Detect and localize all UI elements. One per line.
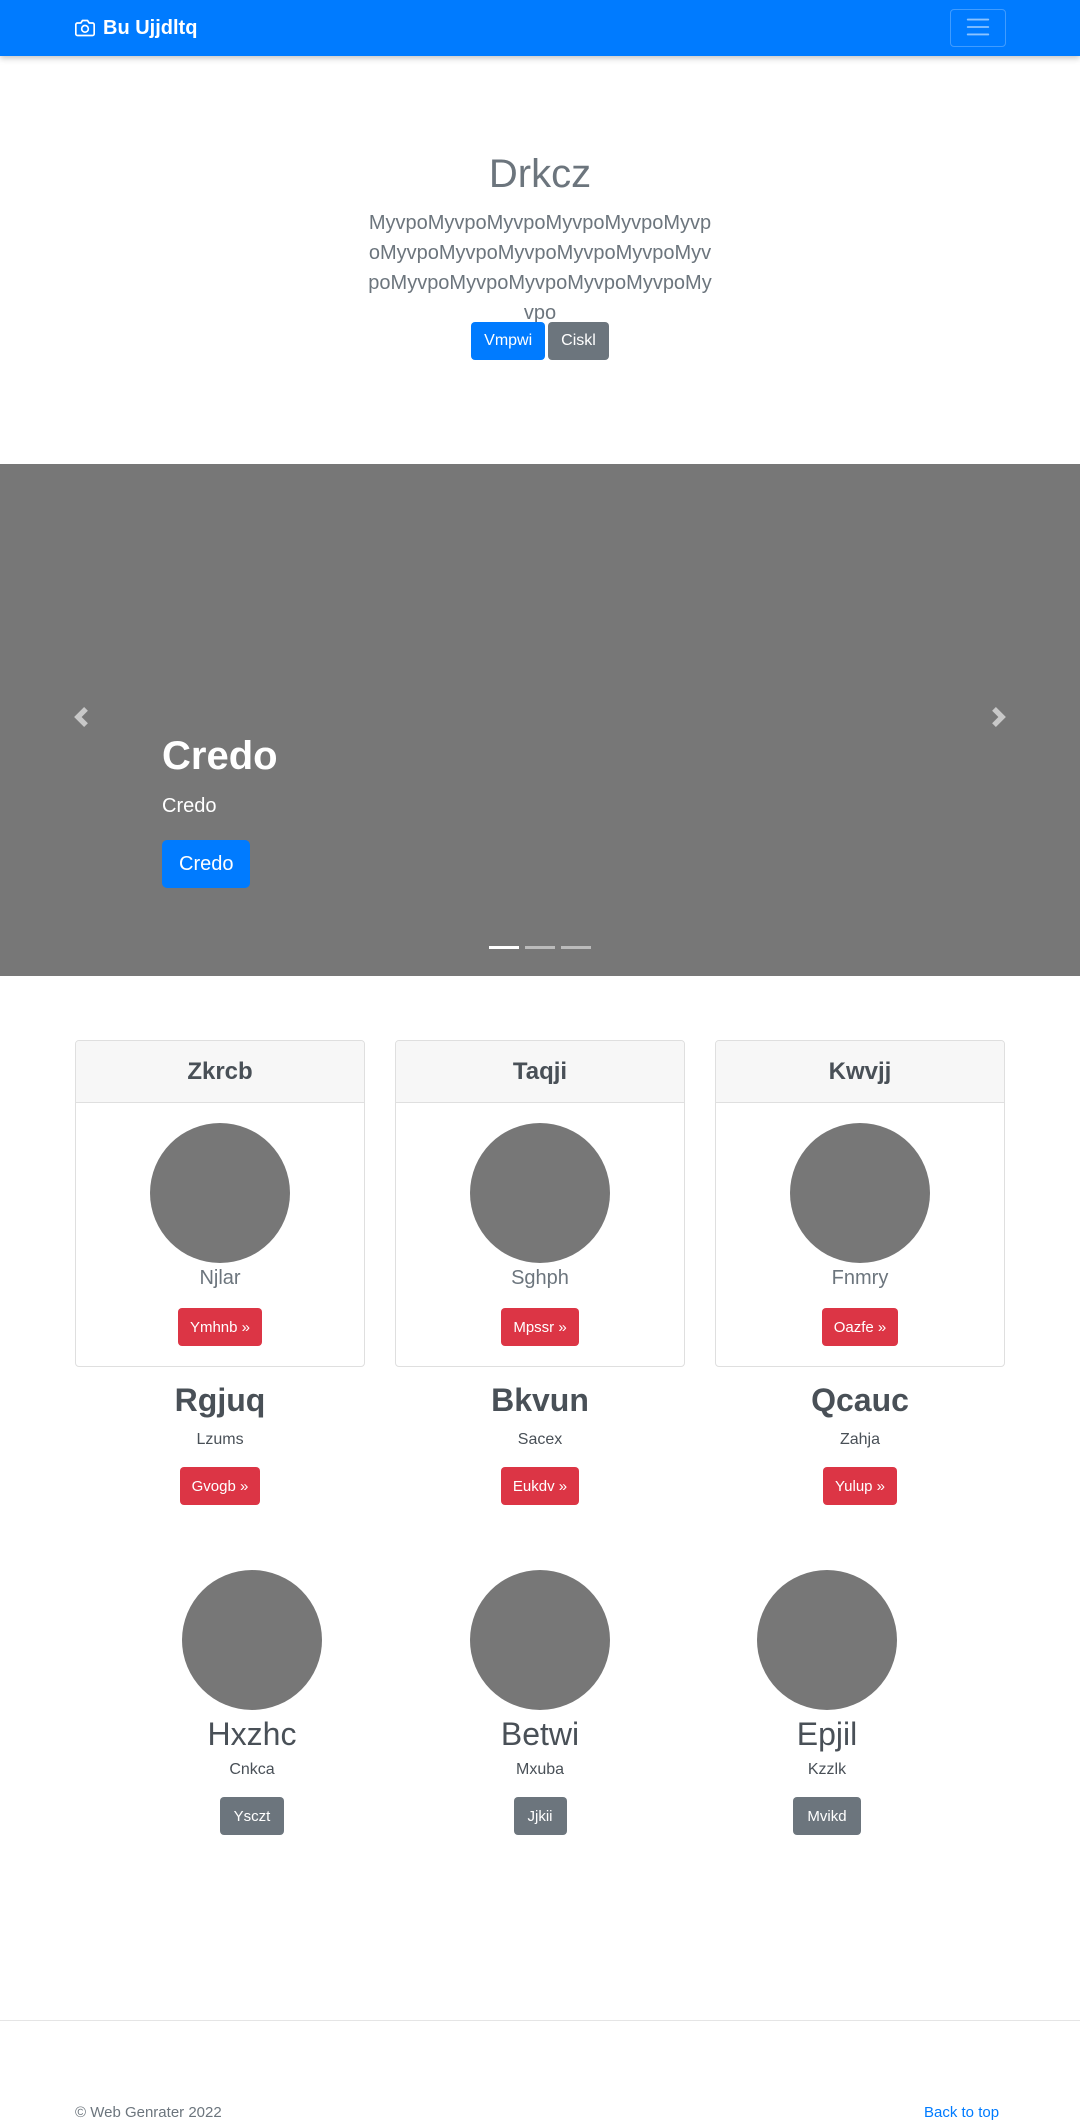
placeholder-image bbox=[150, 1123, 290, 1263]
card-body: Njlar Ymhnb » bbox=[76, 1123, 364, 1346]
hero-section: Drkcz MyvpoMyvpoMyvpoMyvpoMyvpoMyvpoMyvp… bbox=[0, 56, 1080, 464]
feature-button[interactable]: Yulup » bbox=[822, 1467, 898, 1505]
marketing-title: Epjil bbox=[796, 1716, 858, 1752]
card-subtitle: Fnmry bbox=[831, 1267, 889, 1289]
hero-primary-button[interactable]: Vmpwi bbox=[471, 322, 546, 360]
card-header: Taqji bbox=[396, 1041, 684, 1103]
footer-copyright: © Web Genrater 2022 bbox=[75, 2104, 222, 2121]
feature-title: Qcauc bbox=[811, 1382, 909, 1418]
camera-icon bbox=[75, 18, 95, 38]
feature-title: Bkvun bbox=[491, 1382, 589, 1418]
marketing-button[interactable]: Mvikd bbox=[793, 1797, 861, 1835]
placeholder-image bbox=[790, 1123, 930, 1263]
brand-link[interactable]: Bu Ujjdltq bbox=[75, 14, 197, 42]
feature-text: Sacex bbox=[517, 1431, 563, 1448]
placeholder-image bbox=[757, 1570, 897, 1710]
card-header: Kwvjj bbox=[716, 1041, 1004, 1103]
carousel: Credo Credo Credo bbox=[0, 464, 1080, 976]
feature-text: Lzums bbox=[196, 1431, 244, 1448]
back-to-top-link[interactable]: Back to top bbox=[924, 2104, 999, 2121]
marketing-title: Betwi bbox=[500, 1716, 580, 1752]
card: Kwvjj Fnmry Oazfe » bbox=[715, 1040, 1005, 1367]
marketing-column: Epjil Kzzlk Mvikd bbox=[682, 1570, 972, 1835]
carousel-button[interactable]: Credo bbox=[162, 840, 251, 888]
hero-title: Drkcz bbox=[488, 152, 592, 196]
hamburger-icon bbox=[964, 13, 992, 44]
hero-secondary-button[interactable]: Ciskl bbox=[548, 322, 609, 360]
carousel-indicator-2[interactable] bbox=[525, 946, 555, 949]
feature-column: Rgjuq Lzums Gvogb » bbox=[75, 1382, 365, 1505]
feature-column: Bkvun Sacex Eukdv » bbox=[395, 1382, 685, 1505]
placeholder-image bbox=[470, 1123, 610, 1263]
marketing-column: Hxzhc Cnkca Ysczt bbox=[107, 1570, 397, 1835]
marketing-title: Hxzhc bbox=[207, 1716, 297, 1752]
marketing-column: Betwi Mxuba Jjkii bbox=[395, 1570, 685, 1835]
navbar: Bu Ujjdltq bbox=[0, 0, 1080, 56]
carousel-indicator-1[interactable] bbox=[489, 946, 519, 949]
marketing-button[interactable]: Ysczt bbox=[219, 1797, 285, 1835]
brand-name: Bu Ujjdltq bbox=[103, 16, 198, 39]
carousel-next-button[interactable] bbox=[984, 704, 1014, 734]
marketing-text: Kzzlk bbox=[807, 1761, 847, 1778]
card: Taqji Sghph Mpssr » bbox=[395, 1040, 685, 1367]
marketing-text: Mxuba bbox=[515, 1761, 565, 1778]
card: Zkrcb Njlar Ymhnb » bbox=[75, 1040, 365, 1367]
placeholder-image bbox=[182, 1570, 322, 1710]
marketing-text: Cnkca bbox=[229, 1761, 275, 1778]
feature-button[interactable]: Gvogb » bbox=[179, 1467, 261, 1505]
carousel-prev-button[interactable] bbox=[66, 704, 96, 734]
carousel-indicators bbox=[0, 946, 1080, 949]
chevron-right-icon bbox=[989, 706, 1009, 732]
carousel-heading: Credo bbox=[162, 734, 278, 778]
carousel-text: Credo bbox=[162, 795, 217, 817]
card-button[interactable]: Oazfe » bbox=[821, 1308, 899, 1346]
carousel-indicator-3[interactable] bbox=[561, 946, 591, 949]
feature-text: Zahja bbox=[839, 1431, 881, 1448]
card-button[interactable]: Mpssr » bbox=[501, 1308, 579, 1346]
hero-lead: MyvpoMyvpoMyvpoMyvpoMyvpoMyvpoMyvpoMyvpo… bbox=[368, 212, 712, 324]
card-subtitle: Njlar bbox=[199, 1267, 241, 1289]
card-button[interactable]: Ymhnb » bbox=[177, 1308, 263, 1346]
card-body: Sghph Mpssr » bbox=[396, 1123, 684, 1346]
carousel-caption: Credo Credo Credo bbox=[162, 734, 278, 888]
footer-divider bbox=[0, 2020, 1080, 2021]
feature-title: Rgjuq bbox=[174, 1382, 266, 1418]
placeholder-image bbox=[470, 1570, 610, 1710]
feature-column: Qcauc Zahja Yulup » bbox=[715, 1382, 1005, 1505]
card-body: Fnmry Oazfe » bbox=[716, 1123, 1004, 1346]
card-subtitle: Sghph bbox=[511, 1267, 569, 1289]
hero-buttons: Vmpwi Ciskl bbox=[0, 322, 1080, 360]
navbar-toggler-button[interactable] bbox=[950, 9, 1006, 47]
feature-button[interactable]: Eukdv » bbox=[500, 1467, 580, 1505]
card-header: Zkrcb bbox=[76, 1041, 364, 1103]
chevron-left-icon bbox=[71, 706, 91, 732]
marketing-button[interactable]: Jjkii bbox=[513, 1797, 567, 1835]
